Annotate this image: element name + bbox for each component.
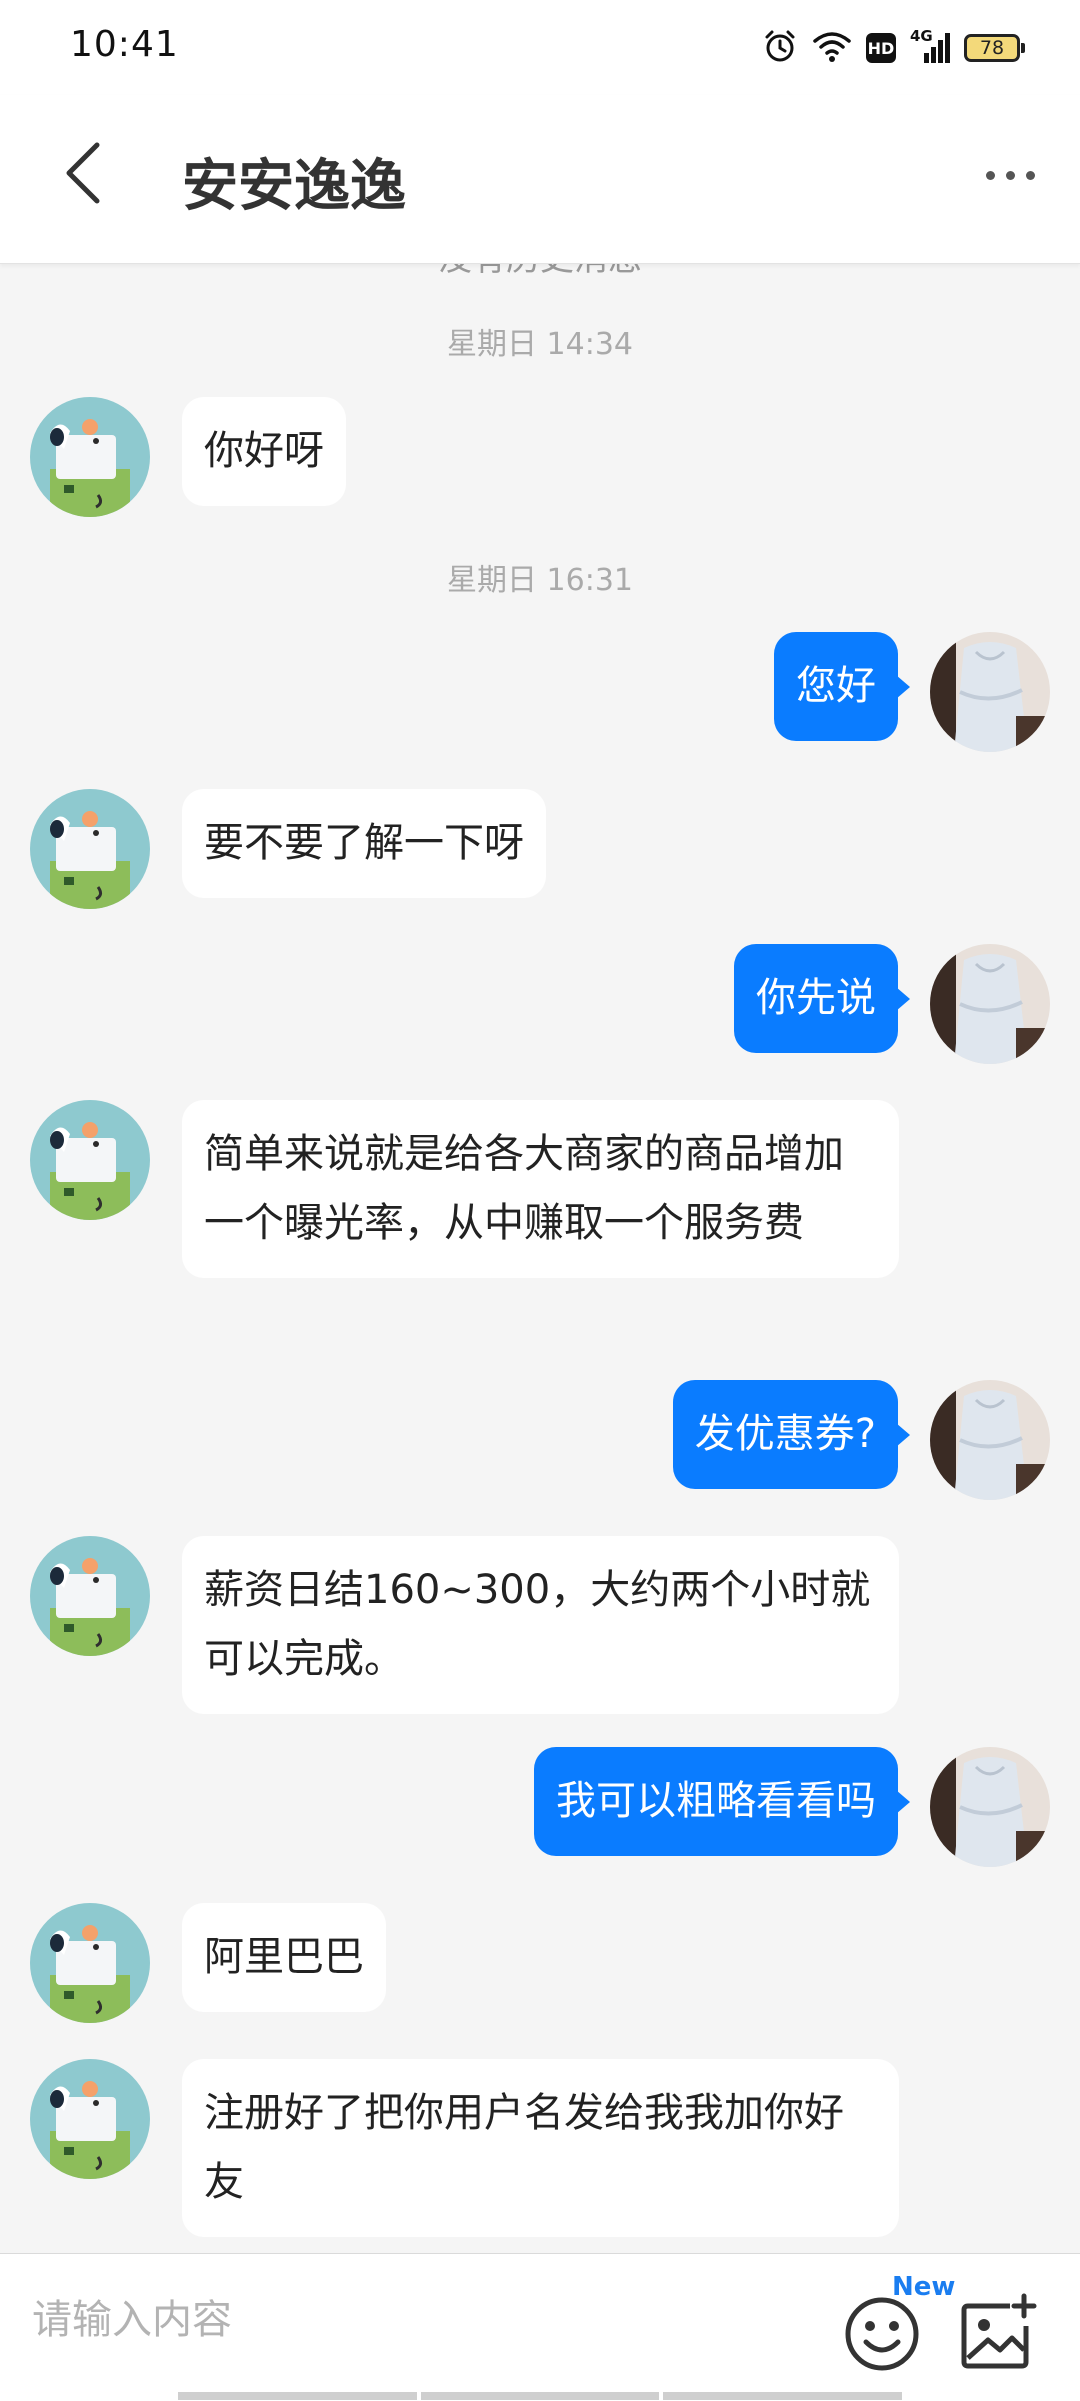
contact-avatar[interactable]: [30, 397, 150, 517]
my-avatar[interactable]: [930, 1380, 1050, 1500]
emoji-button[interactable]: [842, 2292, 922, 2372]
alarm-icon: [762, 28, 798, 68]
signal-icon: 4G: [910, 27, 950, 65]
my-avatar[interactable]: [930, 944, 1050, 1064]
battery-icon: 78: [964, 34, 1025, 62]
timestamp: 星期日 16:31: [447, 563, 633, 598]
input-bar: New: [0, 2253, 1080, 2401]
contact-avatar[interactable]: [30, 789, 150, 909]
message-bubble-incoming[interactable]: 你好呀: [182, 397, 346, 506]
history-note: 没有历史消息: [0, 263, 1080, 280]
emoji-icon: [842, 2297, 922, 2376]
hd-icon: HD: [866, 33, 896, 63]
message-bubble-outgoing[interactable]: 您好: [774, 632, 910, 741]
message-bubble-incoming[interactable]: 要不要了解一下呀: [182, 789, 546, 898]
message-bubble-outgoing[interactable]: 你先说: [734, 944, 910, 1053]
status-time: 10:41: [70, 24, 179, 65]
chat-title: 安安逸逸: [182, 154, 406, 219]
status-bar: 10:41 HD 4G 78: [0, 0, 1080, 95]
more-icon: [985, 170, 1035, 180]
new-badge: New: [892, 2272, 956, 2302]
message-bubble-incoming[interactable]: 阿里巴巴: [182, 1903, 386, 2012]
contact-avatar[interactable]: [30, 1100, 150, 1220]
message-bubble-outgoing[interactable]: 我可以粗略看看吗: [534, 1747, 910, 1856]
timestamp: 星期日 14:34: [447, 327, 633, 362]
battery-level: 78: [979, 37, 1005, 59]
message-bubble-incoming[interactable]: 简单来说就是给各大商家的商品增加一个曝光率，从中赚取一个服务费: [182, 1100, 899, 1278]
back-button[interactable]: [48, 140, 118, 210]
back-arrow-icon: [63, 141, 103, 209]
add-image-button[interactable]: [958, 2292, 1040, 2374]
wifi-icon: [812, 29, 852, 67]
status-icons: HD 4G 78: [762, 26, 1025, 70]
contact-avatar[interactable]: [30, 1903, 150, 2023]
contact-avatar[interactable]: [30, 1536, 150, 1656]
my-avatar[interactable]: [930, 632, 1050, 752]
chat-header: 安安逸逸: [0, 95, 1080, 264]
more-button[interactable]: [970, 145, 1050, 205]
message-bubble-incoming[interactable]: 薪资日结160~300，大约两个小时就可以完成。: [182, 1536, 899, 1714]
home-indicator: [178, 2392, 903, 2400]
network-type: 4G: [910, 27, 933, 45]
message-input[interactable]: [30, 2284, 794, 2356]
my-avatar[interactable]: [930, 1747, 1050, 1867]
message-bubble-incoming[interactable]: 注册好了把你用户名发给我我加你好友: [182, 2059, 899, 2237]
message-bubble-outgoing[interactable]: 发优惠券?: [672, 1380, 911, 1489]
add-image-icon: [958, 2293, 1040, 2378]
contact-avatar[interactable]: [30, 2059, 150, 2179]
chat-area[interactable]: 没有历史消息 星期日 14:34 你好呀 星期日 16:31 您好 要不要了解一…: [0, 263, 1080, 2253]
